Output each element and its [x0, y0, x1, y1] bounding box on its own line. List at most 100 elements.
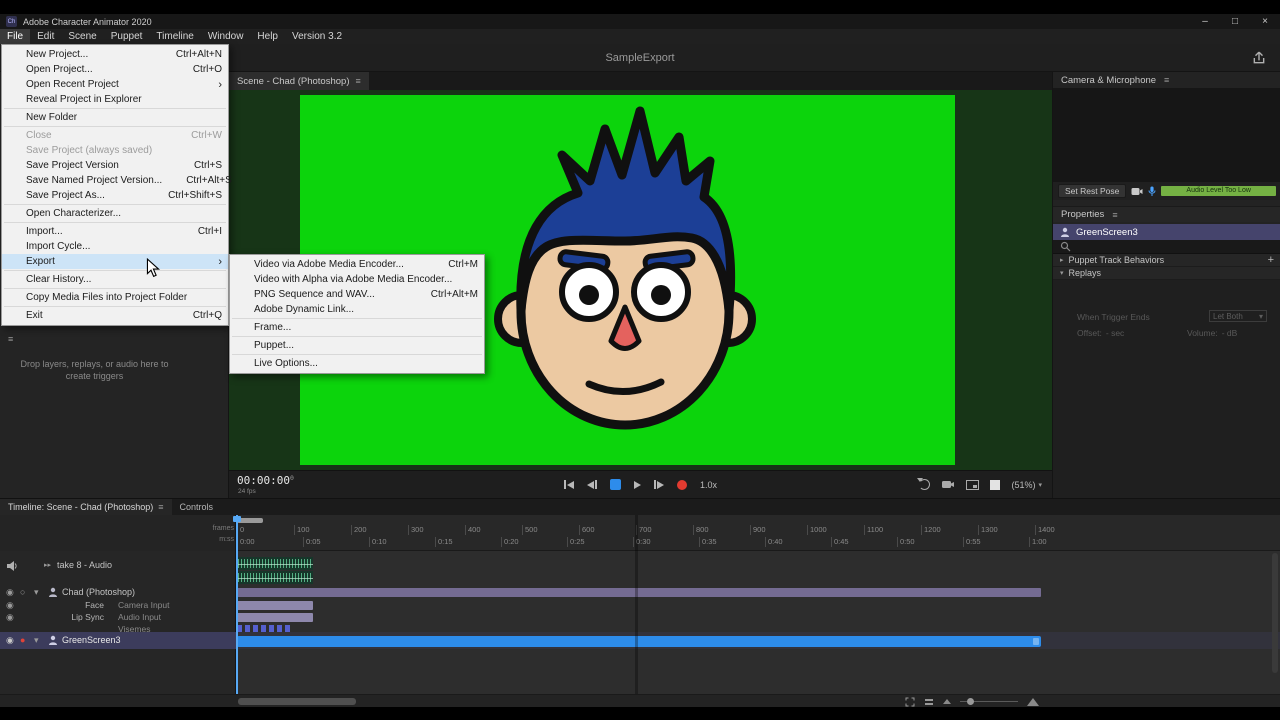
- arm-record-toggle-icon[interactable]: ●: [20, 635, 25, 645]
- play-button[interactable]: [634, 481, 641, 489]
- menu-file[interactable]: File: [0, 29, 30, 44]
- next-frame-button[interactable]: [654, 480, 664, 489]
- menu-help[interactable]: Help: [250, 29, 285, 44]
- menu-item-new-project[interactable]: New Project...Ctrl+Alt+N: [2, 47, 228, 62]
- share-export-icon[interactable]: [1252, 51, 1266, 65]
- puppet-track-behaviors-section[interactable]: ▸ Puppet Track Behaviors +: [1053, 254, 1280, 267]
- menu-item-import[interactable]: Import...Ctrl+I: [2, 224, 228, 239]
- menu-item-open-project[interactable]: Open Project...Ctrl+O: [2, 62, 228, 77]
- zoom-in-icon[interactable]: [1027, 698, 1039, 706]
- timeline-tab[interactable]: Timeline: Scene - Chad (Photoshop) ≡: [0, 499, 172, 515]
- selected-puppet-row[interactable]: GreenScreen3: [1053, 224, 1280, 240]
- timeline-ruler[interactable]: frames m:ss 0100200300400500600700800900…: [0, 515, 1280, 551]
- menu-item-reveal-project-in-explorer[interactable]: Reveal Project in Explorer: [2, 92, 228, 107]
- menu-item-open-recent-project[interactable]: Open Recent Project: [2, 77, 228, 92]
- go-to-start-button[interactable]: [564, 480, 574, 489]
- track-height-icon[interactable]: [924, 697, 934, 707]
- panel-menu-icon[interactable]: ≡: [158, 502, 163, 512]
- add-behavior-icon[interactable]: +: [1268, 255, 1274, 266]
- visemes-bar[interactable]: [237, 625, 291, 632]
- selected-puppet-label: GreenScreen3: [1076, 227, 1138, 238]
- menu-item-save-project-as[interactable]: Save Project As...Ctrl+Shift+S: [2, 188, 228, 203]
- menu-item-save-named-project-version[interactable]: Save Named Project Version...Ctrl+Alt+S: [2, 173, 228, 188]
- scene-tab-menu-icon[interactable]: ≡: [355, 76, 360, 86]
- record-button[interactable]: [677, 480, 687, 490]
- greenscreen-track-label[interactable]: GreenScreen3: [62, 635, 121, 645]
- arm-record-toggle-icon[interactable]: ○: [20, 587, 25, 597]
- menu-item-export-video-alpha-ame[interactable]: Video with Alpha via Adobe Media Encoder…: [230, 272, 484, 287]
- scene-tab[interactable]: Scene - Chad (Photoshop) ≡: [229, 72, 369, 90]
- panel-menu-icon[interactable]: ≡: [8, 334, 13, 344]
- menu-item-export-video-ame[interactable]: Video via Adobe Media Encoder...Ctrl+M: [230, 257, 484, 272]
- visibility-toggle-icon[interactable]: ◉: [6, 635, 14, 645]
- menu-item-save-project-version[interactable]: Save Project VersionCtrl+S: [2, 158, 228, 173]
- menu-item-export-frame[interactable]: Frame...: [230, 320, 484, 335]
- menu-item-close: CloseCtrl+W: [2, 128, 228, 143]
- set-rest-pose-button[interactable]: Set Rest Pose: [1058, 184, 1126, 198]
- previous-frame-button[interactable]: [587, 480, 597, 489]
- chevron-right-icon: ▸: [1060, 256, 1064, 264]
- controls-tab[interactable]: Controls: [172, 499, 222, 515]
- menu-timeline[interactable]: Timeline: [149, 29, 200, 44]
- menu-item-export-png-wav[interactable]: PNG Sequence and WAV...Ctrl+Alt+M: [230, 287, 484, 302]
- app-icon: Ch: [6, 16, 17, 27]
- panel-menu-icon[interactable]: ≡: [1112, 210, 1117, 220]
- maximize-button[interactable]: □: [1220, 14, 1250, 29]
- greenscreen-track-bar[interactable]: [237, 636, 1041, 647]
- fit-timeline-icon[interactable]: [905, 697, 915, 707]
- speaker-icon[interactable]: [7, 560, 17, 572]
- safe-area-icon[interactable]: [990, 480, 1000, 490]
- close-button[interactable]: ×: [1250, 14, 1280, 29]
- chevron-down-icon[interactable]: ▾: [34, 587, 39, 597]
- menu-puppet[interactable]: Puppet: [104, 29, 150, 44]
- menu-item-export-live-options[interactable]: Live Options...: [230, 356, 484, 371]
- face-behavior-label[interactable]: Face: [4, 600, 104, 610]
- slider-knob[interactable]: [967, 698, 974, 705]
- menu-scene[interactable]: Scene: [61, 29, 103, 44]
- face-take-bar[interactable]: [237, 601, 313, 610]
- menu-item-clear-history[interactable]: Clear History...: [2, 272, 228, 287]
- menu-version[interactable]: Version 3.2: [285, 29, 349, 44]
- replays-section[interactable]: ▾ Replays: [1053, 267, 1280, 280]
- menu-item-copy-media-files[interactable]: Copy Media Files into Project Folder: [2, 290, 228, 305]
- menu-edit[interactable]: Edit: [30, 29, 61, 44]
- playhead-handle[interactable]: [233, 516, 241, 522]
- properties-search[interactable]: [1053, 240, 1280, 254]
- menu-item-import-cycle[interactable]: Import Cycle...: [2, 239, 228, 254]
- audio-waveform-take[interactable]: [237, 557, 313, 570]
- menu-item-export-puppet[interactable]: Puppet...: [230, 338, 484, 353]
- menubar: File Edit Scene Puppet Timeline Window H…: [0, 29, 1280, 44]
- minimize-button[interactable]: –: [1190, 14, 1220, 29]
- menu-item-exit[interactable]: ExitCtrl+Q: [2, 308, 228, 323]
- horizontal-scrollbar[interactable]: [238, 698, 356, 705]
- playback-speed[interactable]: 1.0x: [700, 480, 717, 490]
- snapshot-icon[interactable]: [966, 480, 979, 490]
- menu-item-export-dynamic-link[interactable]: Adobe Dynamic Link...: [230, 302, 484, 317]
- zoom-level-dropdown[interactable]: (51%)▾: [1011, 480, 1042, 490]
- chad-track-bar[interactable]: [237, 588, 1041, 597]
- microphone-icon[interactable]: [1148, 186, 1156, 197]
- timeline-bottom-bar: [0, 694, 1280, 707]
- menu-item-export[interactable]: Export: [2, 254, 228, 269]
- menu-item-open-characterizer[interactable]: Open Characterizer...: [2, 206, 228, 221]
- playhead[interactable]: [236, 515, 238, 694]
- stop-button[interactable]: [610, 479, 621, 490]
- loop-icon[interactable]: [919, 479, 930, 490]
- chad-track-label[interactable]: Chad (Photoshop): [62, 587, 135, 597]
- visemes-label[interactable]: Visemes: [118, 624, 150, 634]
- menu-item-new-folder[interactable]: New Folder: [2, 110, 228, 125]
- lipsync-behavior-label[interactable]: Lip Sync: [4, 612, 104, 622]
- scene-tabbar: Scene - Chad (Photoshop) ≡: [229, 72, 1052, 90]
- audio-waveform-take[interactable]: [237, 571, 313, 584]
- menu-window[interactable]: Window: [201, 29, 251, 44]
- audio-track-label[interactable]: take 8 - Audio: [57, 560, 112, 570]
- visibility-toggle-icon[interactable]: ◉: [6, 587, 14, 597]
- timeline-zoom-slider[interactable]: [960, 701, 1018, 702]
- camera-view-icon[interactable]: [941, 479, 955, 490]
- zoom-out-icon[interactable]: [943, 699, 951, 704]
- camera-icon[interactable]: [1131, 187, 1143, 196]
- chevron-down-icon[interactable]: ▾: [34, 635, 39, 645]
- vertical-scrollbar[interactable]: [1272, 553, 1278, 673]
- panel-menu-icon[interactable]: ≡: [1164, 75, 1169, 85]
- lipsync-take-bar[interactable]: [237, 613, 313, 622]
